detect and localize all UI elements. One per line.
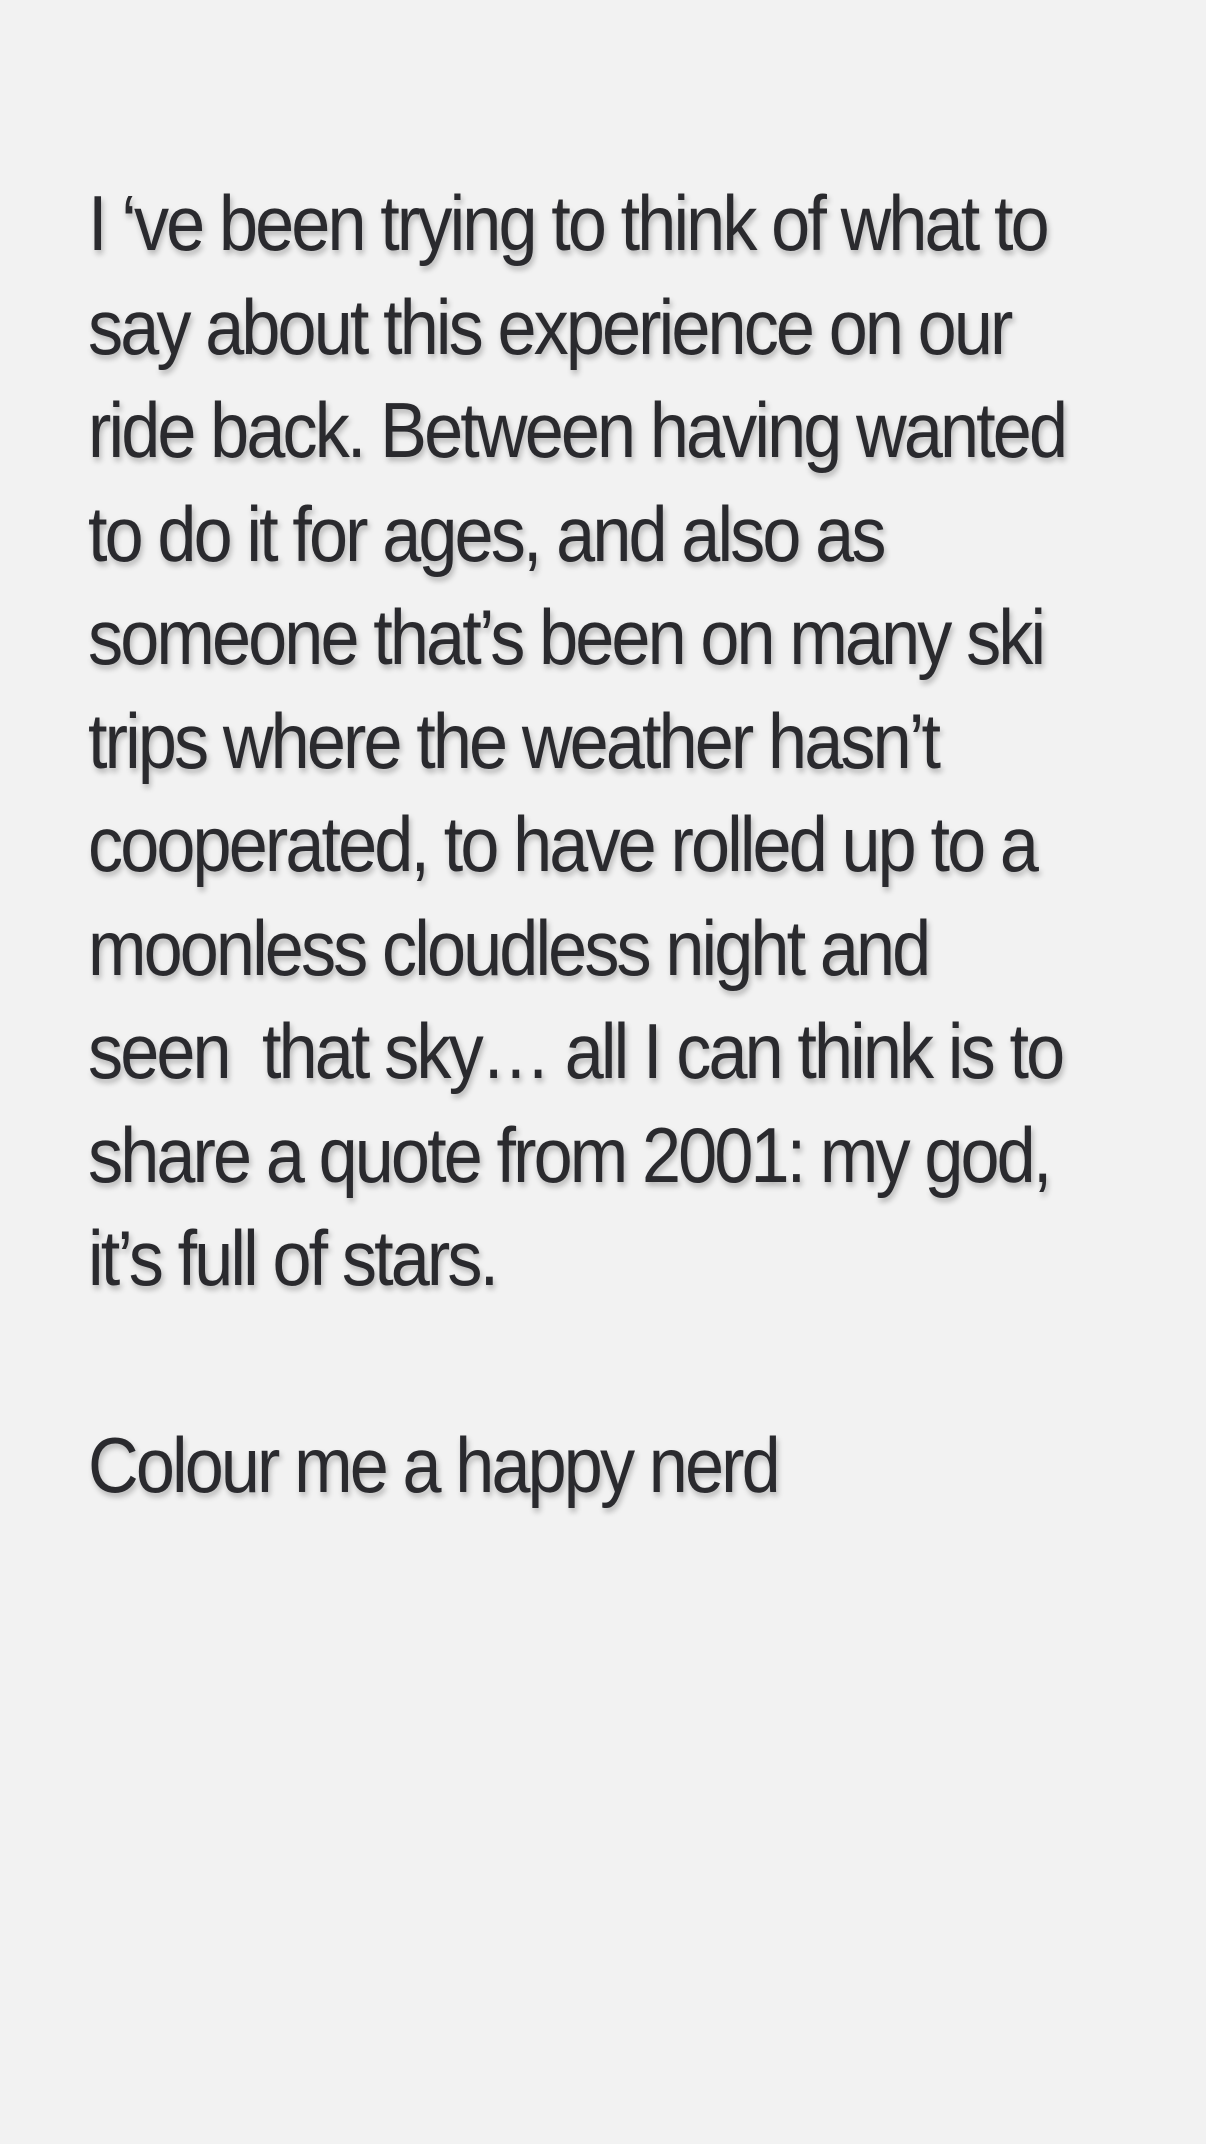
text-line: say about this experience on our	[88, 282, 1013, 371]
text-line: trips where the weather hasn’t	[88, 696, 941, 785]
text-line: share a quote from 2001: my god,	[88, 1110, 1052, 1199]
story-text-block: I ‘ve been trying to think of what to sa…	[88, 172, 1068, 1518]
text-line: it’s full of stars.	[88, 1214, 499, 1302]
text-line: I ‘ve been trying to think of what to	[88, 179, 1050, 267]
closing-line: Colour me a happy nerd	[88, 1421, 781, 1509]
story-canvas: { "story": { "paragraph_lines": [ "I \u2…	[0, 0, 1206, 2144]
text-line: ride back. Between having wanted	[88, 386, 1068, 474]
text-line: moonless cloudless night and	[88, 903, 931, 992]
text-line: someone that’s been on many ski	[88, 593, 1046, 681]
text-line: to do it for ages, and also as	[88, 489, 886, 578]
text-line: cooperated, to have rolled up to a	[88, 800, 1039, 888]
text-line: seen that sky… all I can think is to	[88, 1007, 1065, 1095]
